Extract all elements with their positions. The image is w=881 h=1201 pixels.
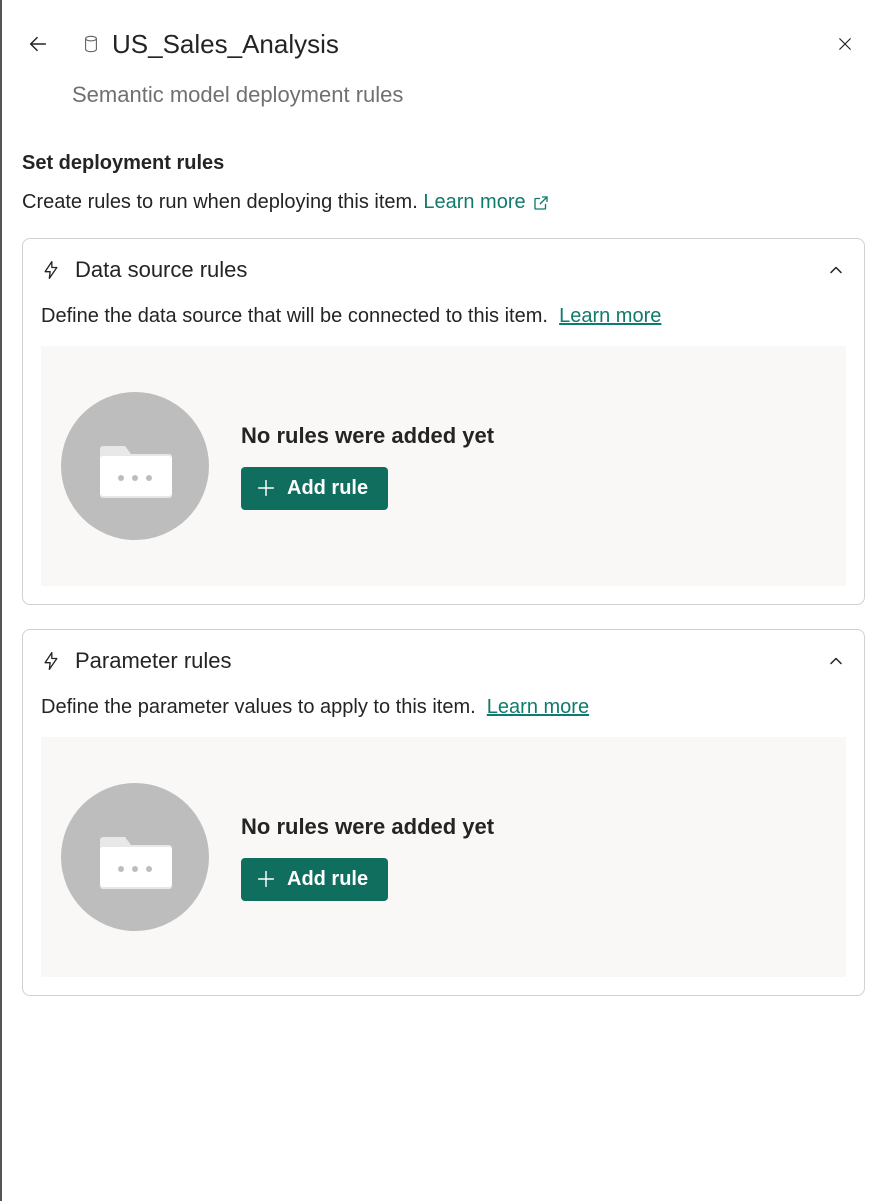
empty-folder-icon [61,783,209,931]
add-data-source-rule-button[interactable]: Add rule [241,467,388,510]
data-source-empty-state: No rules were added yet Add rule [41,346,846,586]
parameter-empty-state: No rules were added yet Add rule [41,737,846,977]
parameter-rules-header[interactable]: Parameter rules [41,648,846,674]
plus-icon [255,868,277,890]
page-subtitle: Semantic model deployment rules [72,82,865,108]
parameter-rules-card: Parameter rules Define the parameter val… [22,629,865,996]
add-parameter-rule-button[interactable]: Add rule [241,858,388,901]
section-heading: Set deployment rules [22,152,865,175]
card-title: Parameter rules [75,648,812,674]
learn-more-link[interactable]: Learn more [423,191,549,214]
chevron-up-icon [826,260,846,280]
back-button[interactable] [22,28,54,60]
data-source-rules-header[interactable]: Data source rules [41,257,846,283]
arrow-left-icon [27,33,49,55]
card-description: Define the parameter values to apply to … [41,696,846,719]
data-source-rules-card: Data source rules Define the data source… [22,238,865,605]
card-description: Define the data source that will be conn… [41,305,846,328]
close-button[interactable] [829,28,861,60]
lightning-icon [41,649,61,673]
close-icon [836,35,854,53]
external-link-icon [532,194,550,212]
chevron-up-icon [826,651,846,671]
section-description: Create rules to run when deploying this … [22,191,865,214]
page-title: US_Sales_Analysis [112,29,339,60]
empty-state-text: No rules were added yet [241,423,494,449]
empty-folder-icon [61,392,209,540]
empty-state-text: No rules were added yet [241,814,494,840]
database-icon [82,35,100,53]
plus-icon [255,477,277,499]
card-title: Data source rules [75,257,812,283]
data-source-learn-more-link[interactable]: Learn more [559,305,661,327]
lightning-icon [41,258,61,282]
parameter-learn-more-link[interactable]: Learn more [487,696,589,718]
